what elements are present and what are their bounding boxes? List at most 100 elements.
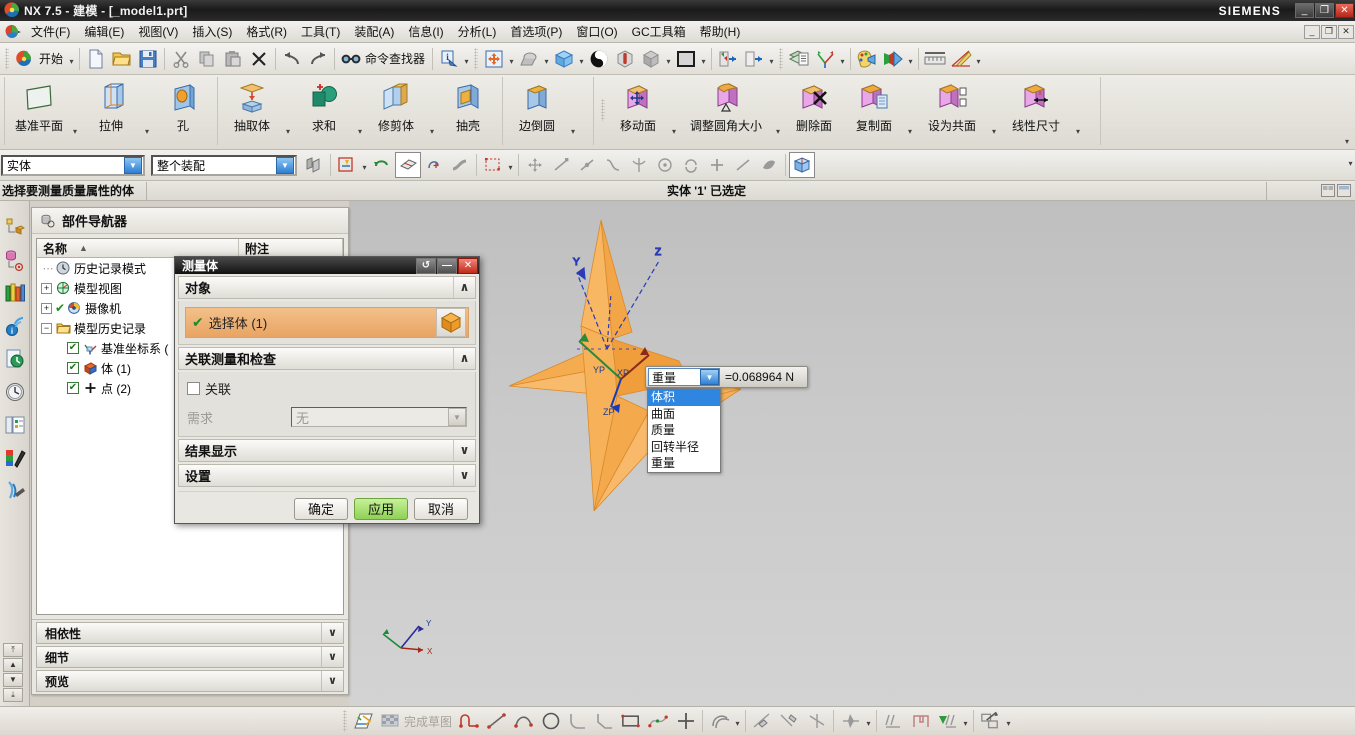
sketch-spline-icon[interactable] — [645, 709, 672, 734]
ok-button[interactable]: 确定 — [294, 497, 348, 520]
edge-blend-caret-icon[interactable]: ▾ — [567, 75, 579, 147]
scroll-up-button[interactable]: ▲ — [3, 658, 23, 672]
sketch-chamfer-icon[interactable] — [591, 709, 618, 734]
section-dependencies-chevron-icon[interactable]: ∨ — [321, 623, 343, 643]
measurement-type-dropdown[interactable]: 体积 曲面 质量 回转半径 重量 — [647, 388, 721, 473]
quick-extend-icon[interactable] — [776, 709, 803, 734]
extract-body-caret-icon[interactable]: ▾ — [282, 75, 294, 147]
ribbon-item-shell[interactable]: 抽壳 — [438, 75, 498, 147]
history-clock-icon[interactable] — [3, 380, 27, 404]
resize-blend-caret-icon[interactable]: ▾ — [772, 75, 784, 147]
body-checkbox[interactable]: ✔ — [67, 362, 79, 374]
information-caret-icon[interactable]: ▾ — [462, 46, 471, 72]
menu-edit[interactable]: 编辑(E) — [77, 21, 131, 42]
menu-insert[interactable]: 插入(S) — [185, 21, 239, 42]
selection-scope-filter[interactable]: 整个装配 ▼ — [151, 154, 297, 176]
visual-effects-icon[interactable] — [880, 46, 906, 72]
dialog-titlebar[interactable]: 测量体 ↺ — ✕ — [175, 257, 479, 274]
group-header-results[interactable]: 结果显示 ∨ — [178, 439, 476, 462]
menu-tools[interactable]: 工具(T) — [294, 21, 347, 42]
dialog-minimize-button[interactable]: — — [437, 257, 457, 274]
wcs-caret-icon[interactable]: ▾ — [838, 46, 847, 72]
start-menu-icon[interactable] — [12, 46, 38, 72]
graphics-viewport[interactable]: YP XP ZP Y Z Y X — [349, 201, 1355, 706]
menu-format[interactable]: 格式(R) — [239, 21, 294, 42]
dropdown-option-radius-of-gyration[interactable]: 回转半径 — [648, 439, 720, 456]
dialog-reset-button[interactable]: ↺ — [416, 257, 436, 274]
ribbon-item-trim-body[interactable]: 修剪体 — [366, 75, 426, 147]
ribbon-item-extrude[interactable]: 拉伸 — [81, 75, 141, 147]
auto-constraint-icon[interactable] — [837, 709, 864, 734]
rectangle-select-caret-icon[interactable]: ▾ — [506, 152, 515, 178]
constraint-caret-icon[interactable]: ▾ — [864, 708, 873, 734]
measure-angle-icon[interactable] — [948, 46, 974, 72]
sketch-point-icon[interactable] — [672, 709, 699, 734]
document-close-button[interactable]: ✕ — [1338, 24, 1354, 39]
face-snap-icon[interactable] — [395, 152, 421, 178]
copy-icon[interactable] — [194, 46, 220, 72]
unite-caret-icon[interactable]: ▾ — [354, 75, 366, 147]
ribbon-item-linear-dimension[interactable]: x 线性尺寸 — [1000, 75, 1072, 147]
background-color-icon[interactable] — [673, 46, 699, 72]
toolbar-grip-2[interactable] — [474, 47, 479, 70]
sketch-line-icon[interactable] — [483, 709, 510, 734]
window-maximize-button[interactable]: ❐ — [1315, 3, 1334, 18]
fit-view-icon[interactable] — [481, 46, 507, 72]
delete-icon[interactable] — [246, 46, 272, 72]
snap-endpoint-icon[interactable] — [548, 152, 574, 178]
show-hide-icon[interactable] — [715, 46, 741, 72]
show-caret-icon[interactable]: ▾ — [767, 46, 776, 72]
part-navigator-icon[interactable] — [3, 248, 27, 272]
scroll-bottom-button[interactable]: ⤓ — [3, 688, 23, 702]
toolbar-grip-3[interactable] — [779, 47, 784, 70]
measurement-type-combo[interactable]: 重量 ▼ — [648, 368, 720, 386]
render-caret-icon[interactable]: ▾ — [664, 46, 673, 72]
reuse-library-icon[interactable] — [3, 281, 27, 305]
selection-scope-arrow-icon[interactable]: ▼ — [276, 156, 294, 174]
group-settings-chevron-icon[interactable]: ∨ — [453, 465, 475, 486]
cameras-check-icon[interactable]: ✔ — [55, 301, 65, 315]
sketch-offset-curve-icon[interactable] — [706, 709, 733, 734]
section-preview[interactable]: 预览 ∨ — [36, 670, 344, 692]
render-style-icon[interactable] — [638, 46, 664, 72]
ribbon-overflow-caret-icon[interactable]: ▾ — [1345, 137, 1349, 146]
toolbar-grip[interactable] — [5, 47, 9, 70]
scroll-down-button[interactable]: ▼ — [3, 673, 23, 687]
sketch-relations-icon[interactable] — [977, 709, 1004, 734]
start-button-label[interactable]: 开始 — [39, 50, 63, 67]
measurement-hud[interactable]: 重量 ▼ =0.068964 N — [645, 366, 808, 388]
expand-cameras-icon[interactable]: + — [41, 302, 52, 314]
ribbon-item-extract-body[interactable]: 抽取体 — [222, 75, 282, 147]
menu-preferences[interactable]: 首选项(P) — [503, 21, 569, 42]
selection-bar-overflow-caret-icon[interactable]: ▾ — [1346, 152, 1355, 178]
dropdown-option-volume[interactable]: 体积 — [648, 389, 720, 406]
point-checkbox[interactable]: ✔ — [67, 382, 79, 394]
redo-icon[interactable] — [305, 46, 331, 72]
menu-help[interactable]: 帮助(H) — [693, 21, 748, 42]
relations-caret-icon[interactable]: ▾ — [1004, 708, 1013, 734]
system-materials-icon[interactable] — [3, 446, 27, 470]
parallel-constraint-icon[interactable] — [880, 709, 907, 734]
zoom-caret-icon[interactable]: ▾ — [542, 46, 551, 72]
sort-ascending-icon[interactable]: ▲ — [79, 243, 88, 253]
view-caret-icon[interactable]: ▾ — [577, 46, 586, 72]
open-file-icon[interactable] — [109, 46, 135, 72]
section-details-chevron-icon[interactable]: ∨ — [321, 647, 343, 667]
select-body-row[interactable]: ✔ 选择体 (1) — [185, 307, 469, 338]
selection-type-arrow-icon[interactable]: ▼ — [124, 156, 142, 174]
document-minimize-button[interactable]: _ — [1304, 24, 1320, 39]
snap-on-curve-icon[interactable] — [730, 152, 756, 178]
ribbon-grip[interactable] — [601, 99, 605, 121]
snap-curve-icon[interactable] — [447, 152, 473, 178]
ribbon-item-resize-blend[interactable]: 调整圆角大小 — [680, 75, 772, 147]
menu-gc-toolbox[interactable]: GC工具箱 — [625, 21, 693, 42]
measure-caret-icon[interactable]: ▾ — [974, 46, 983, 72]
column-header-comment[interactable]: 附注 — [239, 239, 343, 257]
make-corner-icon[interactable] — [803, 709, 830, 734]
ribbon-item-unite[interactable]: 求和 — [294, 75, 354, 147]
window-minimize-button[interactable]: _ — [1295, 3, 1314, 18]
undo-icon[interactable] — [279, 46, 305, 72]
snap-any-icon[interactable] — [522, 152, 548, 178]
dropdown-option-weight[interactable]: 重量 — [648, 455, 720, 472]
associative-checkbox[interactable] — [187, 382, 200, 395]
